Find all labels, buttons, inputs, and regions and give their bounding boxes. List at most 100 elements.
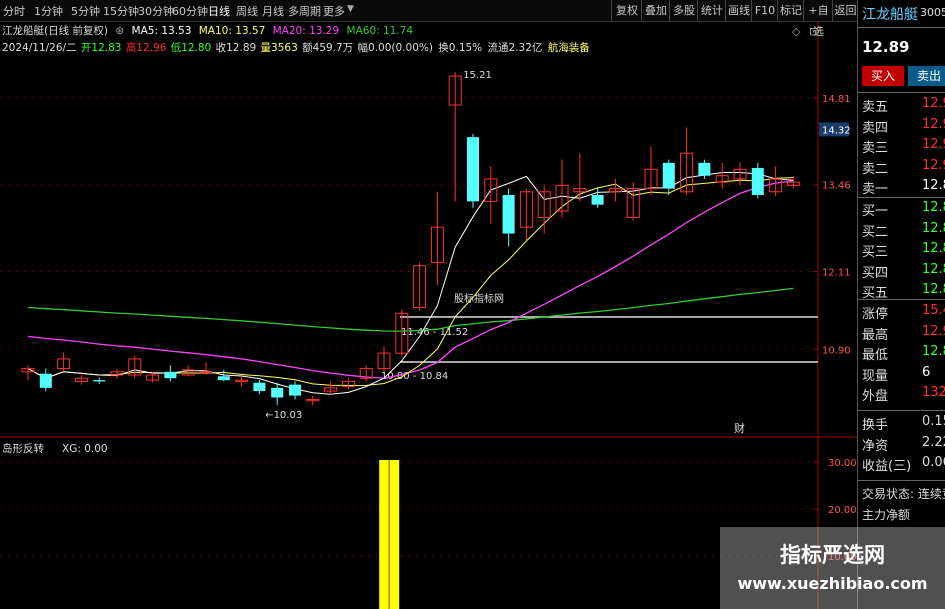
price-tick-label: 10.90 bbox=[822, 345, 851, 356]
candle-body-down bbox=[93, 380, 106, 382]
sector-label[interactable]: 航海装备 bbox=[548, 42, 590, 54]
sell-order-row: 卖一 12.89 bbox=[858, 178, 945, 197]
candle-body-down bbox=[289, 384, 301, 396]
date-label: 2024/11/26/二 bbox=[2, 42, 77, 54]
buy-button[interactable]: 买入 bbox=[862, 66, 904, 86]
period-tab-1min[interactable]: 1分钟 bbox=[34, 3, 63, 19]
float-label: 流通2.32亿 bbox=[487, 42, 543, 54]
ma5-label: MA5: 13.53 bbox=[131, 25, 192, 37]
divider bbox=[858, 480, 945, 481]
f10-button[interactable]: F10 bbox=[751, 0, 778, 21]
candle-body-down bbox=[253, 382, 266, 392]
stat-row: 现量 6 bbox=[858, 365, 945, 384]
back-button[interactable]: 返回 bbox=[832, 0, 858, 21]
adjust-button[interactable]: 复权 bbox=[611, 0, 642, 21]
watermark-title: 指标严选网 bbox=[780, 543, 885, 567]
stat-value: 12.96 bbox=[922, 323, 945, 339]
sell-order-row: 卖二 12.90 bbox=[858, 158, 945, 177]
change-label: 幅0.00(0.00%) bbox=[357, 42, 433, 54]
sidebar-price: 12.89 bbox=[862, 38, 910, 56]
buy-order-label: 买三 bbox=[862, 245, 889, 260]
sell-order-value: 12.92 bbox=[922, 116, 945, 132]
add-watchlist-button[interactable]: +自选 bbox=[803, 0, 833, 38]
buy-order-value: 12.88 bbox=[922, 200, 945, 215]
ma-info-line: 江龙船艇(日线 前复权) ⊛ MA5: 13.53 MA10: 13.57 MA… bbox=[2, 23, 417, 38]
divider bbox=[858, 27, 945, 28]
price-tick-label: 14.81 bbox=[822, 94, 851, 105]
stat-value: 1323 bbox=[922, 385, 945, 400]
candle-body-up bbox=[199, 371, 213, 374]
stat-value: 15.47 bbox=[922, 303, 945, 318]
candle-body-down bbox=[698, 162, 711, 176]
more-dropdown-icon[interactable]: ▼ bbox=[347, 4, 354, 14]
ma5-line bbox=[27, 172, 794, 395]
high-label: 高12.96 bbox=[125, 42, 167, 54]
sell-order-value: 12.89 bbox=[922, 178, 945, 193]
settings-icon[interactable]: ⊛ bbox=[115, 25, 124, 37]
indicator-tick-label: 20.00 bbox=[828, 505, 857, 516]
candle-body-down bbox=[39, 373, 52, 388]
period-toolbar: 分时 1分钟 5分钟 15分钟 30分钟 60分钟 日线 周线 月线 多周期 更… bbox=[0, 0, 858, 38]
ma60-line bbox=[27, 287, 794, 332]
stock-name-label: 江龙船艇(日线 前复权) bbox=[2, 25, 109, 37]
stat-extra-label: 净资 bbox=[862, 438, 889, 454]
period-tab-month[interactable]: 月线 bbox=[262, 3, 284, 19]
stat-extra-row: 换手 0.15% bbox=[858, 414, 945, 433]
sell-order-label: 卖一 bbox=[862, 182, 889, 197]
stat-row: 涨停 15.47 bbox=[858, 303, 945, 322]
mark-button[interactable]: 标记 bbox=[777, 0, 804, 21]
sell-order-label: 卖四 bbox=[862, 120, 889, 136]
overlay-button[interactable]: 叠加 bbox=[641, 0, 670, 21]
expand-icon[interactable]: ◇ bbox=[792, 25, 800, 38]
divider bbox=[858, 299, 945, 300]
buy-order-value: 12.84 bbox=[922, 282, 945, 297]
period-tab-more[interactable]: 更多 bbox=[323, 3, 345, 19]
ma10-line bbox=[27, 177, 794, 387]
stat-label: 最高 bbox=[862, 327, 889, 343]
quote-sidebar: 江龙船艇 30058 12.89 买入 卖出 卖五 12.93 卖四 12.92 卖三 1… bbox=[857, 0, 945, 609]
stat-label: 外盘 bbox=[862, 389, 889, 404]
chart-watermark-text: 股标指标网 bbox=[454, 292, 504, 305]
buy-order-row: 买四 12.85 bbox=[858, 262, 945, 281]
volume-label: 量3563 bbox=[260, 42, 298, 54]
candlestick-chart[interactable]: 14.8113.4612.1110.9014.3211.46 - 11.5210… bbox=[0, 0, 857, 609]
period-tab-multi[interactable]: 多周期 bbox=[288, 3, 321, 19]
low-label: 低12.80 bbox=[170, 42, 212, 54]
period-tab-day[interactable]: 日线 bbox=[208, 3, 230, 19]
close-label: 收12.89 bbox=[215, 42, 257, 54]
sell-button[interactable]: 卖出 bbox=[908, 66, 945, 86]
sell-order-value: 12.90 bbox=[922, 157, 945, 173]
stat-row: 最高 12.96 bbox=[858, 324, 945, 343]
period-tab-30min[interactable]: 30分钟 bbox=[138, 3, 174, 19]
period-tab-week[interactable]: 周线 bbox=[236, 3, 258, 19]
stat-extra-row: 收益(三) 0.060 bbox=[858, 455, 945, 474]
divider bbox=[858, 92, 945, 93]
maximize-icon[interactable]: ⊡ bbox=[809, 25, 818, 38]
stat-extra-label: 收益(三) bbox=[862, 459, 912, 474]
sell-order-value: 12.93 bbox=[922, 96, 945, 111]
candle-body-down bbox=[502, 195, 515, 234]
finance-marker: 财 bbox=[734, 421, 745, 435]
period-tab-15min[interactable]: 15分钟 bbox=[103, 3, 139, 19]
stat-extra-row: 净资 2.22 bbox=[858, 435, 945, 454]
current-price-text: 14.32 bbox=[822, 125, 851, 136]
period-tab-timeshare[interactable]: 分时 bbox=[3, 3, 25, 19]
stat-label: 涨停 bbox=[862, 307, 889, 322]
indicator-name: 岛形反转 bbox=[2, 442, 44, 455]
period-tab-60min[interactable]: 60分钟 bbox=[172, 3, 208, 19]
period-tab-5min[interactable]: 5分钟 bbox=[71, 3, 100, 19]
stats-button[interactable]: 统计 bbox=[697, 0, 726, 21]
candle-body-down bbox=[591, 195, 604, 205]
buy-order-label: 买四 bbox=[862, 265, 889, 281]
buy-order-label: 买一 bbox=[862, 204, 889, 219]
draw-line-button[interactable]: 画线 bbox=[725, 0, 752, 21]
ma20-label: MA20: 13.29 bbox=[272, 25, 340, 37]
stat-label: 最低 bbox=[862, 348, 889, 363]
price-tick-label: 13.46 bbox=[822, 181, 851, 192]
quote-info-line: 2024/11/26/二 开12.83 高12.96 低12.80 收12.89… bbox=[2, 40, 594, 55]
multi-stock-button[interactable]: 多股 bbox=[669, 0, 698, 21]
divider bbox=[858, 197, 945, 198]
stat-extra-value: 0.15% bbox=[922, 414, 945, 429]
amount-label: 额459.7万 bbox=[302, 42, 354, 54]
ma10-label: MA10: 13.57 bbox=[198, 25, 266, 37]
